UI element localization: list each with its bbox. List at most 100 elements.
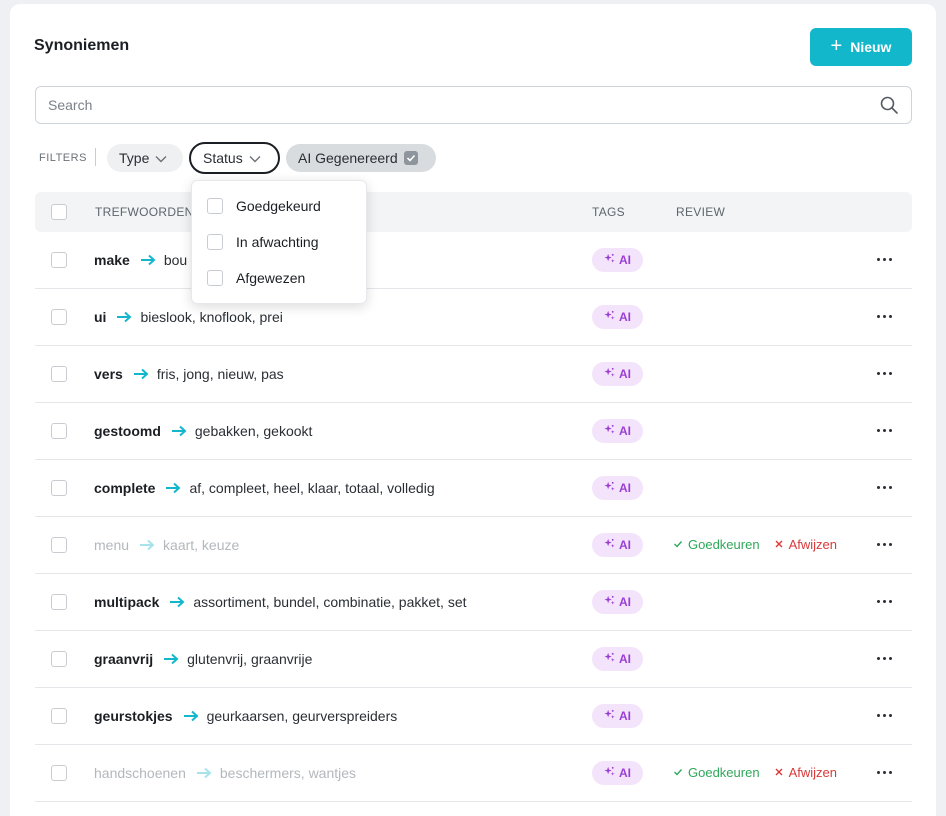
more-options-icon[interactable] (877, 315, 892, 318)
table-row[interactable]: gestoomd gebakken, gekookt AI (35, 403, 912, 460)
row-synonyms: bou (163, 252, 188, 268)
row-synonyms: kaart, keuze (163, 537, 240, 553)
sparkle-icon (604, 481, 615, 495)
review-actions: Goedkeuren Afwijzen (673, 537, 837, 552)
row-checkbox[interactable] (51, 765, 67, 781)
more-options-icon[interactable] (877, 771, 892, 774)
table-row[interactable]: ui bieslook, knoflook, prei AI (35, 289, 912, 346)
row-checkbox[interactable] (51, 366, 67, 382)
arrow-right-icon (171, 425, 187, 437)
filters-divider (95, 148, 96, 166)
sparkle-icon (604, 766, 615, 780)
row-synonyms: gebakken, gekookt (194, 423, 313, 439)
reject-button[interactable]: Afwijzen (774, 537, 837, 552)
row-checkbox[interactable] (51, 480, 67, 496)
more-options-icon[interactable] (877, 600, 892, 603)
table-row[interactable]: graanvrij glutenvrij, graanvrije AI (35, 631, 912, 688)
status-option-in-afwachting[interactable]: In afwachting (207, 234, 319, 250)
more-options-icon[interactable] (877, 714, 892, 717)
arrow-right-icon (165, 482, 181, 494)
checkbox-checked-icon (403, 151, 418, 165)
ai-tag: AI (592, 590, 643, 614)
keyword-cell: make bou (94, 252, 187, 268)
page-title: Synoniemen (34, 37, 130, 54)
row-checkbox[interactable] (51, 423, 67, 439)
row-checkbox[interactable] (51, 537, 67, 553)
ai-tag: AI (592, 419, 643, 443)
arrow-right-icon (139, 539, 155, 551)
table-row[interactable]: multipack assortiment, bundel, combinatie… (35, 574, 912, 631)
sparkle-icon (604, 310, 615, 324)
ai-tag: AI (592, 704, 643, 728)
row-synonyms: geurkaarsen, geurverspreiders (206, 708, 398, 724)
row-synonyms: glutenvrij, graanvrije (187, 651, 313, 667)
approve-button[interactable]: Goedkeuren (673, 765, 760, 780)
keyword-cell: complete af, compleet, heel, klaar, totaa… (94, 480, 435, 496)
row-checkbox[interactable] (51, 651, 67, 667)
new-synonym-button[interactable]: + Nieuw (810, 28, 912, 66)
table-row[interactable]: make bou AI (35, 232, 912, 289)
row-checkbox[interactable] (51, 309, 67, 325)
row-checkbox[interactable] (51, 594, 67, 610)
table-row[interactable]: handschoenen beschermers, wantjes AI Goedke… (35, 745, 912, 802)
search-icon[interactable] (879, 95, 899, 120)
status-option-checkbox[interactable] (207, 234, 223, 250)
ai-tag-label: AI (619, 253, 631, 267)
row-synonyms: assortiment, bundel, combinatie, pakket,… (193, 594, 467, 610)
more-options-icon[interactable] (877, 486, 892, 489)
ai-tag-label: AI (619, 595, 631, 609)
more-options-icon[interactable] (877, 372, 892, 375)
status-filter-chip[interactable]: Status (189, 142, 280, 174)
row-term: multipack (94, 594, 160, 610)
row-term: gestoomd (94, 423, 161, 439)
status-option-checkbox[interactable] (207, 198, 223, 214)
more-options-icon[interactable] (877, 258, 892, 261)
status-dropdown: Goedgekeurd In afwachting Afgewezen (191, 180, 367, 304)
status-option-checkbox[interactable] (207, 270, 223, 286)
ai-tag: AI (592, 533, 643, 557)
approve-button[interactable]: Goedkeuren (673, 537, 760, 552)
close-icon (774, 765, 784, 780)
row-synonyms: fris, jong, nieuw, pas (156, 366, 284, 382)
ai-tag-label: AI (619, 424, 631, 438)
ai-filter-label: AI Gegenereerd (298, 150, 398, 166)
table-row[interactable]: geurstokjes geurkaarsen, geurverspreiders… (35, 688, 912, 745)
keyword-cell: handschoenen beschermers, wantjes (94, 765, 356, 781)
table-row[interactable]: menu kaart, keuze AI Goedkeuren Afwijzen (35, 517, 912, 574)
status-option-goedgekeurd[interactable]: Goedgekeurd (207, 198, 321, 214)
search-input[interactable] (48, 87, 868, 123)
reject-label: Afwijzen (788, 537, 837, 552)
more-options-icon[interactable] (877, 429, 892, 432)
table-row[interactable]: vers fris, jong, nieuw, pas AI (35, 346, 912, 403)
more-options-icon[interactable] (877, 543, 892, 546)
status-option-afgewezen[interactable]: Afgewezen (207, 270, 305, 286)
ai-tag: AI (592, 248, 643, 272)
keyword-cell: multipack assortiment, bundel, combinatie… (94, 594, 467, 610)
ai-tag: AI (592, 647, 643, 671)
reject-button[interactable]: Afwijzen (774, 765, 837, 780)
arrow-right-icon (116, 311, 132, 323)
ai-tag: AI (592, 362, 643, 386)
table-row[interactable]: complete af, compleet, heel, klaar, totaa… (35, 460, 912, 517)
ai-generated-filter-chip[interactable]: AI Gegenereerd (286, 144, 436, 172)
sparkle-icon (604, 538, 615, 552)
arrow-right-icon (169, 596, 185, 608)
row-term: menu (94, 537, 130, 553)
reject-label: Afwijzen (788, 765, 837, 780)
select-all-checkbox[interactable] (51, 204, 67, 220)
type-filter-chip[interactable]: Type (107, 144, 183, 172)
row-checkbox[interactable] (51, 252, 67, 268)
search-bar (35, 86, 912, 124)
keyword-cell: vers fris, jong, nieuw, pas (94, 366, 284, 382)
keyword-cell: gestoomd gebakken, gekookt (94, 423, 312, 439)
keyword-cell: graanvrij glutenvrij, graanvrije (94, 651, 312, 667)
arrow-right-icon (183, 710, 199, 722)
row-checkbox[interactable] (51, 708, 67, 724)
arrow-right-icon (163, 653, 179, 665)
approve-label: Goedkeuren (688, 537, 760, 552)
sparkle-icon (604, 367, 615, 381)
table-header: TREFWOORDEN TAGS REVIEW (35, 192, 912, 232)
more-options-icon[interactable] (877, 657, 892, 660)
keyword-cell: ui bieslook, knoflook, prei (94, 309, 283, 325)
filters-label: FILTERS (39, 152, 87, 164)
